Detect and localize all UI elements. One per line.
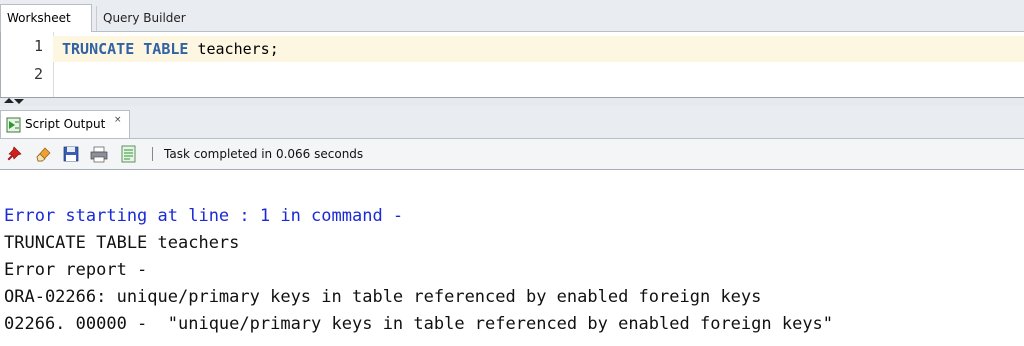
sql-keyword: TRUNCATE TABLE: [62, 40, 189, 58]
worksheet-tab-bar: Worksheet Query Builder: [0, 0, 1024, 32]
close-icon[interactable]: ×: [114, 107, 122, 133]
pin-icon[interactable]: [6, 145, 24, 163]
sql-editor[interactable]: 1 2 TRUNCATE TABLE teachers;: [0, 32, 1024, 98]
document-icon[interactable]: [120, 145, 138, 163]
expand-up-icon[interactable]: [4, 98, 14, 103]
sql-text: teachers;: [188, 40, 279, 58]
eraser-icon[interactable]: [34, 145, 52, 163]
tab-query-builder-label: Query Builder: [103, 11, 186, 25]
output-line: Error report -: [4, 260, 148, 280]
panel-splitter[interactable]: [0, 98, 1024, 106]
line-number: 2: [33, 65, 43, 83]
status-message: Task completed in 0.066 seconds: [164, 147, 364, 161]
toolbar-separator: [152, 147, 153, 161]
output-line: 02266. 00000 - "unique/primary keys in t…: [4, 314, 834, 334]
tab-script-output[interactable]: Script Output ×: [0, 110, 130, 138]
code-line[interactable]: [53, 62, 1024, 88]
script-output-icon: [6, 117, 21, 133]
tab-script-output-label: Script Output: [25, 117, 106, 131]
tab-query-builder[interactable]: Query Builder: [96, 6, 196, 31]
tab-worksheet[interactable]: Worksheet: [0, 4, 92, 32]
output-toolbar: Task completed in 0.066 seconds: [0, 139, 1024, 170]
print-icon[interactable]: [90, 145, 108, 163]
line-number-gutter: 1 2: [1, 32, 54, 98]
tab-worksheet-label: Worksheet: [7, 11, 71, 25]
output-line: TRUNCATE TABLE teachers: [4, 233, 240, 253]
script-output-text[interactable]: Error starting at line : 1 in command - …: [0, 170, 1024, 346]
expand-down-icon[interactable]: [14, 99, 24, 104]
code-line[interactable]: TRUNCATE TABLE teachers;: [53, 36, 1024, 62]
output-line: Error starting at line : 1 in command -: [4, 206, 404, 226]
save-icon[interactable]: [62, 145, 80, 163]
output-tab-bar: Script Output ×: [0, 106, 1024, 139]
line-number: 1: [33, 37, 43, 55]
output-line: ORA-02266: unique/primary keys in table …: [4, 287, 762, 307]
